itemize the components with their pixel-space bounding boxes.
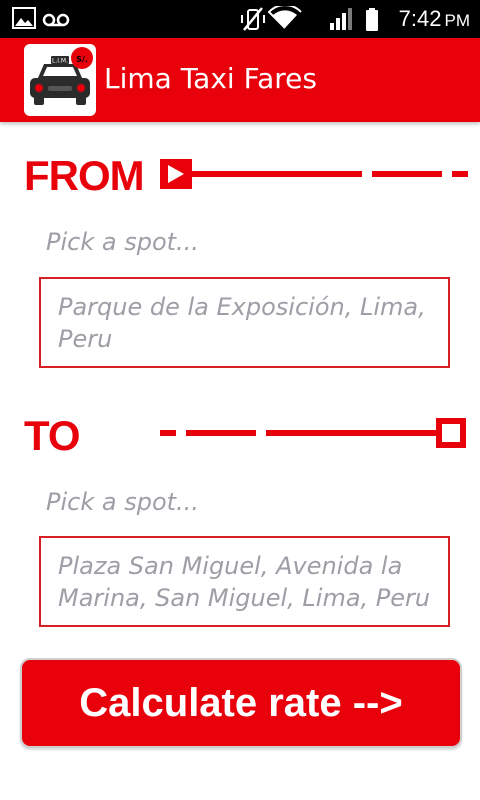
to-address-field[interactable]: Plaza San Miguel, Avenida la Marina, San… <box>39 536 450 627</box>
taxi-icon: L.I.M. S/. <box>30 47 93 105</box>
clock-ampm: PM <box>444 11 471 30</box>
logo-text: L.I.M. <box>52 58 68 65</box>
app-bar: L.I.M. S/. Lima Taxi Fares <box>0 38 480 122</box>
wifi-icon <box>267 6 302 29</box>
calculate-rate-button[interactable]: Calculate rate --> <box>20 658 462 748</box>
status-left-icons <box>12 7 70 29</box>
clock: 7:42 PM <box>399 6 470 32</box>
status-right-icons <box>241 6 378 31</box>
app-title: Lima Taxi Fares <box>104 62 317 95</box>
signal-icon <box>330 8 352 30</box>
logo-badge: S/. <box>76 55 88 64</box>
from-hint: Pick a spot... <box>46 228 199 256</box>
status-bar: 7:42 PM <box>0 0 480 38</box>
to-hint: Pick a spot... <box>46 488 199 516</box>
to-route-graphic <box>160 418 466 448</box>
battery-icon <box>366 8 378 31</box>
clock-time: 7:42 <box>398 6 442 31</box>
play-icon <box>160 159 192 189</box>
from-route-graphic <box>160 159 468 189</box>
voicemail-icon <box>42 13 70 27</box>
from-address-field[interactable]: Parque de la Exposición, Lima, Peru <box>39 277 450 368</box>
from-label: FROM <box>24 152 145 199</box>
vibrate-off-icon <box>241 7 265 31</box>
app-logo: L.I.M. S/. <box>24 44 96 116</box>
stop-square-icon <box>436 418 466 448</box>
image-icon <box>12 7 36 29</box>
to-label: TO <box>24 412 81 459</box>
